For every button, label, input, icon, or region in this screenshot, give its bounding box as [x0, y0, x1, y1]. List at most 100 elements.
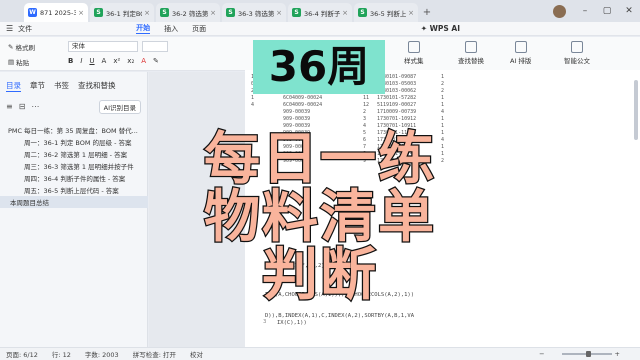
highlight-icon[interactable]: ✎: [153, 57, 159, 65]
avatar[interactable]: [553, 4, 566, 18]
tab-chapters[interactable]: 章节: [30, 80, 45, 92]
nav-tools: ≡ ⊟ ⋯: [6, 102, 39, 111]
tab-toc[interactable]: 目录: [6, 80, 21, 92]
toc-item[interactable]: 本周题目总结: [0, 196, 148, 208]
table-cell: 1: [441, 102, 445, 108]
table-row: 909-00039 3 1730701-10912 1: [245, 116, 640, 123]
table-cell: 11: [363, 95, 370, 101]
new-tab-plus-icon[interactable]: +: [420, 3, 434, 22]
menu-icon[interactable]: ☰: [6, 24, 13, 33]
toc-item[interactable]: 周四：36-4 判断子件的属性 - 答案: [0, 172, 148, 184]
style-set-label: 样式集: [404, 57, 424, 65]
formula-line: IX(C),1)): [277, 320, 307, 326]
table-cell: 1: [441, 116, 445, 122]
format-painter-button[interactable]: ✎ 格式刷: [8, 42, 35, 52]
spreadsheet-icon: S: [160, 8, 169, 17]
formula-line: D)),B,INDEX(A,1),C,INDEX(A,2),SORTBY(A,B…: [265, 313, 415, 319]
toc-item[interactable]: 周三：36-3 筛选第 1 层明细并按子件: [0, 160, 148, 172]
status-words[interactable]: 字数: 2003: [85, 349, 119, 359]
status-page[interactable]: 页面: 6/12: [6, 349, 38, 359]
line-number: 3: [263, 319, 267, 325]
navigation-pane: 目录 章节 书签 查找和替换 ≡ ⊟ ⋯ AI识别目录 PMC 每日一练：第 3…: [0, 72, 148, 347]
headline-line-2: 物料清单: [203, 185, 436, 250]
zoom-out-icon[interactable]: −: [539, 350, 544, 358]
spreadsheet-icon: S: [292, 8, 301, 17]
headline-line-3: 判断: [261, 243, 378, 308]
status-proof[interactable]: 校对: [190, 349, 203, 359]
underline-icon[interactable]: U: [89, 57, 94, 65]
find-replace-button[interactable]: 查找替换: [458, 41, 484, 65]
close-icon[interactable]: ✕: [618, 6, 640, 16]
toc-item[interactable]: 周一：36-1 判定 BOM 的层级 - 答案: [0, 136, 148, 148]
clipboard-icon: ▤: [8, 58, 15, 66]
tab-document[interactable]: S36-1 判定BOM×: [90, 3, 154, 22]
tab-close-icon[interactable]: ×: [78, 9, 84, 17]
zoom-slider[interactable]: [561, 351, 612, 357]
zoom-control: − +: [539, 350, 634, 358]
tab-close-icon[interactable]: ×: [210, 9, 216, 17]
tab-close-icon[interactable]: ×: [144, 9, 150, 17]
collapse-icon[interactable]: ⊟: [19, 102, 26, 111]
ai-layout-button[interactable]: AI 排版: [510, 41, 531, 65]
menu-page[interactable]: 页面: [192, 24, 206, 34]
expand-icon[interactable]: ≡: [6, 102, 13, 111]
vertical-scrollbar[interactable]: [634, 80, 638, 140]
status-spell[interactable]: 拼写检查: 打开: [133, 349, 176, 359]
table-cell: 4: [441, 109, 445, 115]
more-icon[interactable]: ⋯: [31, 102, 39, 111]
minimize-icon[interactable]: –: [574, 6, 596, 16]
toc-item[interactable]: 周五：36-5 判断上层代码 - 答案: [0, 184, 148, 196]
spreadsheet-icon: S: [358, 8, 367, 17]
menu-file[interactable]: 文件: [18, 24, 32, 34]
italic-icon[interactable]: I: [80, 57, 82, 65]
strike-icon[interactable]: A: [102, 57, 107, 65]
week-banner: 36周: [253, 40, 385, 94]
menu-bar: ☰ 文件 开始 插入 页面 ✦ WPS AI: [0, 22, 640, 36]
tab-find-replace[interactable]: 查找和替换: [78, 80, 116, 92]
paste-button[interactable]: ▤ 粘贴: [8, 57, 29, 67]
tab-document[interactable]: S36-3 筛选第1层×: [222, 3, 286, 22]
bold-icon[interactable]: B: [68, 57, 73, 65]
zoom-handle[interactable]: [585, 351, 591, 357]
table-cell: 1730701-10912: [377, 116, 417, 122]
wps-ai-button[interactable]: ✦ WPS AI: [421, 24, 460, 33]
tab-close-icon[interactable]: ×: [342, 9, 348, 17]
menu-insert[interactable]: 插入: [164, 24, 178, 34]
table-cell: 6C04009-00024: [283, 102, 323, 108]
subscript-icon[interactable]: x₂: [127, 57, 134, 65]
tab-strip: W871 2025-36×S36-1 判定BOM×S36-2 筛选第1层×S36…: [24, 3, 420, 22]
status-bar: 页面: 6/12 行: 12 字数: 2003 拼写检查: 打开 校对 − +: [0, 347, 640, 360]
font-name-select[interactable]: 宋体: [68, 41, 138, 52]
font-color-icon[interactable]: A: [141, 57, 146, 65]
tab-close-icon[interactable]: ×: [408, 9, 414, 17]
tab-document[interactable]: S36-2 筛选第1层×: [156, 3, 220, 22]
tab-label: 36-4 判断子件: [304, 9, 341, 18]
tab-close-icon[interactable]: ×: [276, 9, 282, 17]
font-size-select[interactable]: [142, 41, 168, 52]
superscript-icon[interactable]: x²: [113, 57, 120, 65]
table-cell: 909-00039: [283, 109, 311, 115]
ai-toc-button[interactable]: AI识别目录: [98, 100, 141, 114]
wps-ai-label: WPS AI: [429, 24, 460, 33]
table-cell: 2: [363, 109, 367, 115]
paste-label: 粘贴: [16, 59, 30, 67]
maximize-icon[interactable]: ▢: [596, 6, 618, 16]
smart-doc-icon: [571, 41, 583, 53]
table-cell: 5119109-00027: [377, 102, 417, 108]
toc-item[interactable]: PMC 每日一练：第 35 周复盘：BOM 替代...: [0, 124, 148, 136]
tab-label: 36-3 筛选第1层: [238, 9, 275, 18]
table-cell: 909-00039: [283, 116, 311, 122]
style-set-button[interactable]: 样式集: [404, 41, 424, 65]
tab-document[interactable]: S36-5 判断上层×: [354, 3, 418, 22]
smart-doc-button[interactable]: 智能公文: [564, 41, 590, 65]
tab-bookmarks[interactable]: 书签: [54, 80, 69, 92]
tab-document[interactable]: W871 2025-36×: [24, 3, 88, 22]
table-cell: 1: [441, 74, 445, 80]
brush-icon: ✎: [8, 43, 14, 51]
toc-item[interactable]: 周二：36-2 筛选第 1 层明细 - 答案: [0, 148, 148, 160]
menu-home[interactable]: 开始: [136, 23, 151, 34]
zoom-in-icon[interactable]: +: [615, 350, 620, 358]
tab-document[interactable]: S36-4 判断子件×: [288, 3, 352, 22]
table-row: 909-00039 2 1710009-00739 4: [245, 109, 640, 116]
smart-doc-label: 智能公文: [564, 57, 590, 65]
